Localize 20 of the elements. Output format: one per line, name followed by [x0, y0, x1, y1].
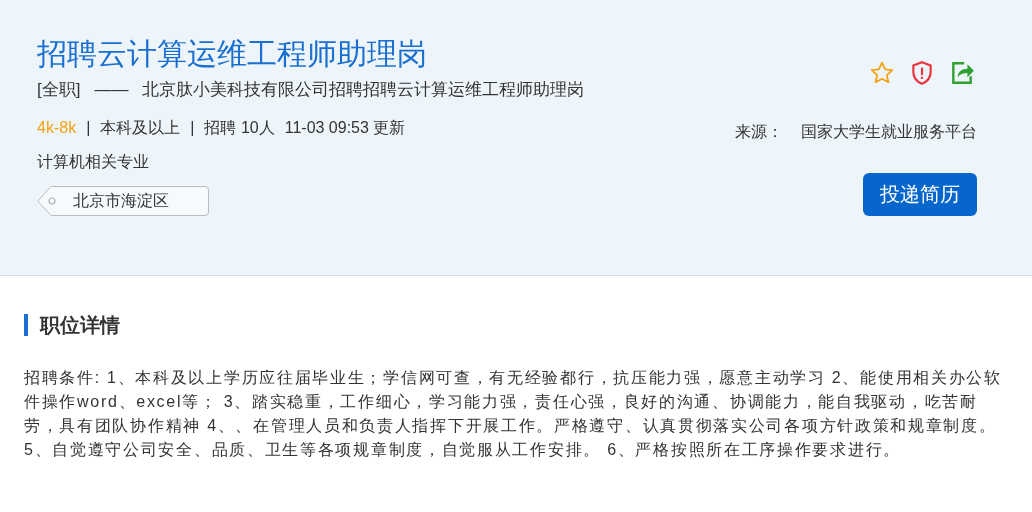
- star-icon[interactable]: [869, 60, 895, 86]
- job-description: 招聘条件: 1、本科及以上学历应往届毕业生；学信网可查，有无经验都行，抗压能力强，愿意主动学习 2、能使用相关办公软件操作word、excel等； 3、踏实稳重，工作细心，学习能力强，责任心强，良好的沟通、协调能力，能自我驱动，吃苦耐劳，具有团队协作精神 4、、在管理人员和负责人指挥下开展工作。严格遵守、认真贯彻落实公司各项方针政策和规章制度。 5、自觉遵守公司安全、品质、卫生等各项规章制度，自觉服从工作安排。 6、严格按照所在工序操作要求进行。: [24, 368, 1002, 460]
- job-title: 招聘云计算运维工程师助理岗: [37, 36, 427, 72]
- update-time: 11-03 09:53 更新: [284, 118, 406, 138]
- separator: |: [86, 118, 91, 138]
- separator: |: [190, 118, 195, 138]
- job-type: [全职]: [37, 79, 81, 101]
- source-label: 来源：: [735, 122, 783, 142]
- section-heading: 职位详情: [24, 314, 996, 336]
- major: 计算机相关专业: [37, 152, 149, 172]
- headcount: 招聘 10人: [204, 118, 275, 138]
- share-icon[interactable]: [949, 60, 975, 86]
- dash: ——: [94, 79, 129, 101]
- company-line: 北京肽小美科技有限公司招聘招聘云计算运维工程师助理岗: [142, 79, 585, 101]
- apply-button[interactable]: 投递简历: [863, 173, 977, 216]
- salary: 4k-8k: [37, 118, 77, 138]
- source: 国家大学生就业服务平台: [801, 122, 977, 142]
- shield-alert-icon[interactable]: [909, 60, 935, 86]
- hole-icon: [48, 197, 56, 205]
- education: 本科及以上: [100, 118, 181, 138]
